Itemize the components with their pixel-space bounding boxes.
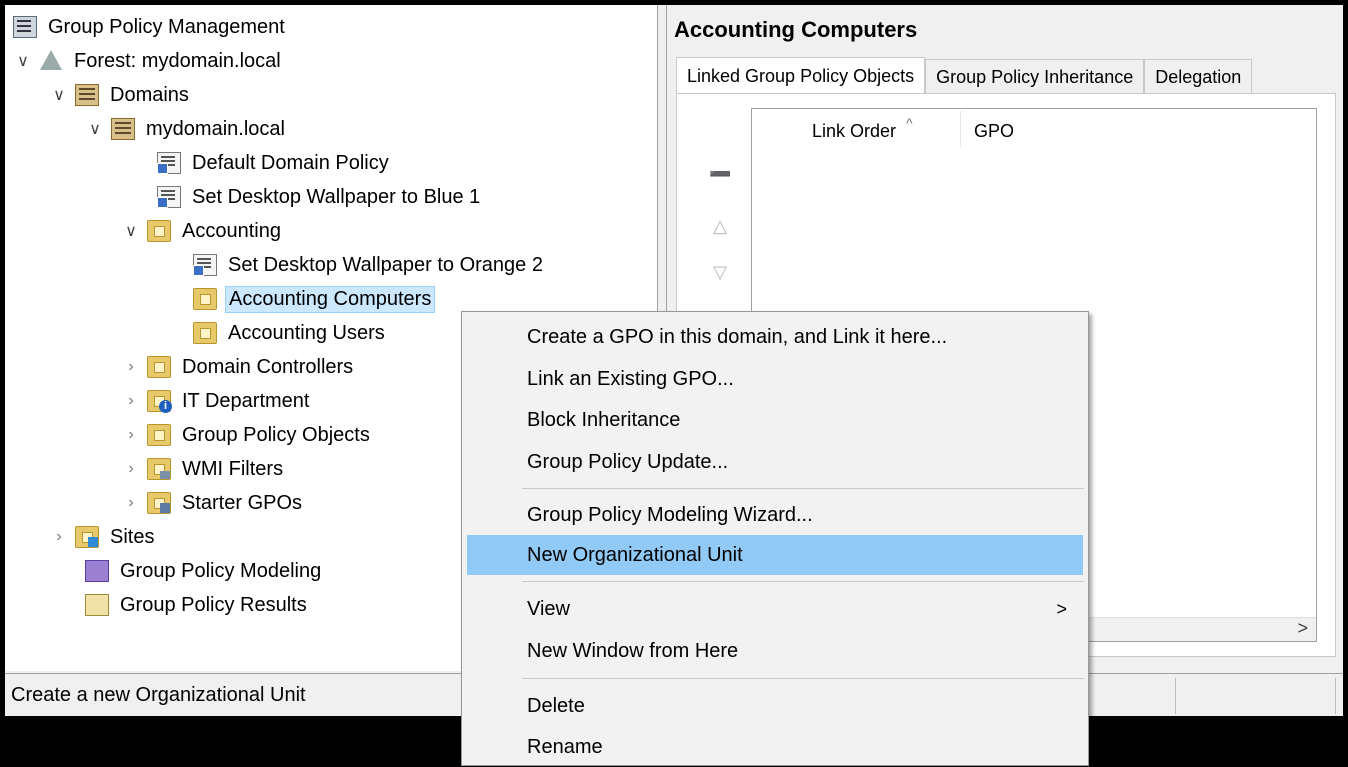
menu-item-new-window[interactable]: New Window from Here: [467, 631, 1083, 671]
tab-linked-gpos[interactable]: Linked Group Policy Objects: [676, 57, 926, 95]
chevron-right-icon[interactable]: ›: [121, 392, 141, 410]
menu-item-delete[interactable]: Delete: [467, 686, 1083, 726]
menu-item-block-inheritance[interactable]: Block Inheritance: [467, 400, 1083, 440]
gpo-link-icon: [157, 152, 181, 174]
tree-item-it-department[interactable]: › IT Department: [121, 386, 312, 416]
chevron-right-icon[interactable]: ›: [121, 358, 141, 376]
tree-item-domains[interactable]: ∨ Domains: [49, 80, 192, 110]
context-menu: Create a GPO in this domain, and Link it…: [461, 311, 1089, 766]
tree-item-group-policy-objects[interactable]: › Group Policy Objects: [121, 420, 373, 450]
move-down-icon[interactable]: ▽: [709, 262, 731, 284]
menu-separator: [522, 488, 1084, 489]
tree-item-sites[interactable]: › Sites: [49, 522, 157, 552]
column-header-link-order[interactable]: ^ Link Order: [812, 115, 913, 142]
chevron-right-icon[interactable]: ›: [121, 494, 141, 512]
ou-folder-icon: [147, 356, 171, 378]
column-header-label: Link Order: [812, 121, 897, 141]
ou-folder-icon: [193, 288, 217, 310]
tree-item-label: Accounting: [182, 219, 281, 242]
tree-item-accounting[interactable]: ∨ Accounting: [121, 216, 284, 246]
tree-item-label: Accounting Computers: [225, 285, 436, 313]
results-icon: [85, 594, 109, 616]
menu-item-rename[interactable]: Rename: [467, 727, 1083, 767]
tree-item-label: Domain Controllers: [182, 355, 354, 378]
chevron-down-icon[interactable]: ∨: [13, 51, 33, 71]
tree-item-label: Default Domain Policy: [192, 151, 389, 174]
tree-item-label: Starter GPOs: [182, 491, 303, 514]
ou-blocked-icon: [147, 390, 172, 413]
tab-gp-inheritance[interactable]: Group Policy Inheritance: [925, 59, 1145, 95]
wmi-filter-icon: [147, 458, 171, 480]
tree-item-forest[interactable]: ∨ Forest: mydomain.local: [13, 46, 284, 76]
ou-folder-icon: [147, 220, 171, 242]
move-to-top-icon[interactable]: ➖: [709, 164, 731, 186]
column-header-gpo[interactable]: GPO: [974, 121, 1014, 142]
gpo-link-icon: [157, 186, 181, 208]
tree-item-group-policy-management[interactable]: Group Policy Management: [13, 12, 288, 42]
chevron-down-icon[interactable]: ∨: [85, 119, 105, 139]
tree-item-label: Sites: [110, 525, 155, 548]
gpmc-icon: [13, 16, 37, 38]
tree-item-domain-controllers[interactable]: › Domain Controllers: [121, 352, 356, 382]
tree-item-default-domain-policy[interactable]: Default Domain Policy: [157, 148, 392, 178]
tree-item-wallpaper-blue[interactable]: Set Desktop Wallpaper to Blue 1: [157, 182, 483, 212]
status-divider: [1175, 678, 1176, 714]
domain-icon: [111, 118, 135, 140]
tree-item-label: Group Policy Modeling: [120, 559, 322, 582]
chevron-right-icon[interactable]: ›: [121, 460, 141, 478]
tree-item-label: Forest: mydomain.local: [74, 49, 281, 72]
tree-item-label: mydomain.local: [146, 117, 285, 140]
menu-item-create-gpo[interactable]: Create a GPO in this domain, and Link it…: [467, 317, 1083, 357]
sites-icon: [75, 526, 99, 548]
sort-ascending-icon: ^: [906, 115, 913, 131]
tree-item-label: Accounting Users: [228, 321, 385, 344]
gpo-link-icon: [193, 254, 217, 276]
menu-item-view[interactable]: View >: [467, 589, 1083, 629]
modeling-icon: [85, 560, 109, 582]
gpo-container-icon: [147, 424, 171, 446]
tree-item-label: Domains: [110, 83, 189, 106]
menu-item-label: View: [527, 597, 570, 620]
ou-folder-icon: [193, 322, 217, 344]
chevron-down-icon[interactable]: ∨: [121, 221, 141, 241]
tree-item-accounting-users[interactable]: Accounting Users: [193, 318, 388, 348]
tree-item-gp-results[interactable]: Group Policy Results: [85, 590, 310, 620]
chevron-right-icon[interactable]: ›: [49, 528, 69, 546]
tree-item-wallpaper-orange[interactable]: Set Desktop Wallpaper to Orange 2: [193, 250, 546, 280]
page-title: Accounting Computers: [674, 17, 918, 42]
tree-item-label: Group Policy Objects: [182, 423, 370, 446]
tree-item-label: WMI Filters: [182, 457, 284, 480]
tree-item-label: Set Desktop Wallpaper to Blue 1: [192, 185, 481, 208]
starter-gpo-icon: [147, 492, 171, 514]
tree-item-gp-modeling[interactable]: Group Policy Modeling: [85, 556, 324, 586]
column-divider[interactable]: [960, 111, 961, 147]
scroll-right-icon[interactable]: >: [1297, 618, 1308, 639]
menu-separator: [522, 581, 1084, 582]
tree-item-label: Group Policy Management: [48, 15, 285, 38]
menu-item-gp-modeling-wizard[interactable]: Group Policy Modeling Wizard...: [467, 495, 1083, 535]
chevron-right-icon[interactable]: ›: [121, 426, 141, 444]
tree-item-label: Set Desktop Wallpaper to Orange 2: [228, 253, 543, 276]
menu-item-new-ou[interactable]: New Organizational Unit: [467, 535, 1083, 575]
menu-item-link-existing-gpo[interactable]: Link an Existing GPO...: [467, 359, 1083, 399]
tree-item-mydomain-local[interactable]: ∨ mydomain.local: [85, 114, 288, 144]
tree-item-accounting-computers[interactable]: Accounting Computers: [193, 284, 436, 314]
status-text: Create a new Organizational Unit: [11, 684, 306, 706]
tree-item-wmi-filters[interactable]: › WMI Filters: [121, 454, 286, 484]
tree-item-label: IT Department: [182, 389, 310, 412]
chevron-down-icon[interactable]: ∨: [49, 85, 69, 105]
move-up-icon[interactable]: △: [709, 216, 731, 238]
tree-item-label: Group Policy Results: [120, 593, 307, 616]
chevron-right-icon: >: [1056, 598, 1067, 619]
tab-delegation[interactable]: Delegation: [1144, 59, 1253, 95]
forest-icon: [39, 50, 63, 72]
menu-separator: [522, 678, 1084, 679]
status-divider: [1335, 678, 1336, 714]
menu-item-gp-update[interactable]: Group Policy Update...: [467, 442, 1083, 482]
tree-item-starter-gpos[interactable]: › Starter GPOs: [121, 488, 305, 518]
tab-strip: Linked Group Policy Objects Group Policy…: [676, 57, 1253, 95]
domains-icon: [75, 84, 99, 106]
